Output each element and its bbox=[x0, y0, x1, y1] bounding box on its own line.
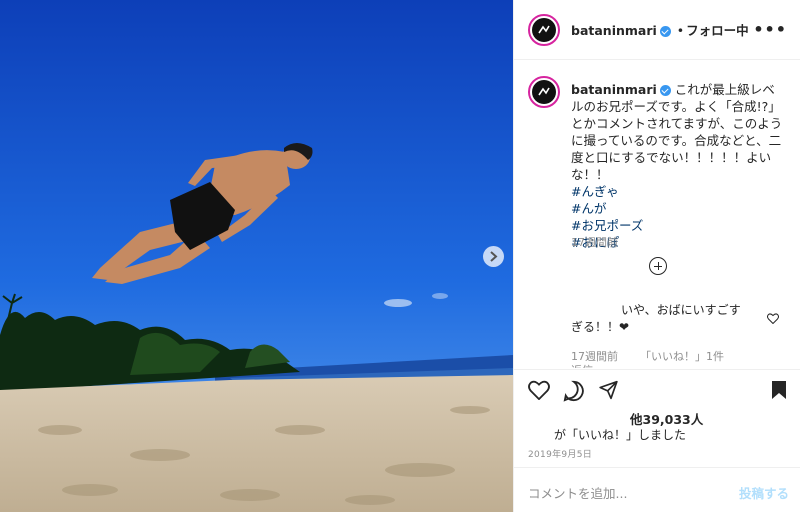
avatar-logo-icon bbox=[538, 25, 550, 34]
comments-list[interactable]: bataninmari これが最上級レベルのお兄ポーズです。よく「合成!?」とか… bbox=[514, 61, 800, 368]
caption-avatar[interactable] bbox=[528, 76, 560, 108]
hashtag-link[interactable]: #お兄ポーズ bbox=[571, 217, 786, 234]
follow-status-button[interactable]: フォロー中 bbox=[686, 23, 749, 38]
post-side-panel: bataninmari • フォロー中 ••• bataninmari これが最上… bbox=[513, 0, 800, 512]
post-date[interactable]: 2019年9月5日 bbox=[528, 447, 592, 460]
post-dialog: bataninmari • フォロー中 ••• bataninmari これが最上… bbox=[0, 0, 800, 512]
chevron-right-icon bbox=[490, 251, 498, 262]
caption-text: これが最上級レベルのお兄ポーズです。よく「合成!?」とかコメントされてますが、こ… bbox=[571, 82, 783, 182]
verified-badge-icon bbox=[659, 26, 671, 37]
post-header: bataninmari • フォロー中 ••• bbox=[514, 0, 800, 60]
header-avatar[interactable] bbox=[528, 14, 560, 46]
header-user-line: bataninmari • フォロー中 bbox=[571, 20, 749, 39]
hashtag-link[interactable]: #んぎゃ bbox=[571, 183, 786, 200]
caption: bataninmari これが最上級レベルのお兄ポーズです。よく「合成!?」とか… bbox=[571, 81, 786, 251]
comment-like-icon[interactable] bbox=[767, 309, 779, 328]
comment-reply-link[interactable]: 返信 bbox=[571, 362, 593, 368]
likes-suffix: が「いいね！」しました bbox=[554, 428, 687, 442]
comment-icon[interactable] bbox=[563, 380, 585, 402]
comment-form: コメントを追加... 投稿する bbox=[514, 467, 800, 512]
verified-badge-icon bbox=[659, 85, 671, 96]
post-comment-button[interactable]: 投稿する bbox=[739, 483, 789, 502]
header-separator: • bbox=[676, 23, 685, 38]
comment-input[interactable]: コメントを追加... bbox=[528, 483, 627, 502]
more-options-icon[interactable]: ••• bbox=[753, 20, 787, 39]
bookmark-icon[interactable] bbox=[770, 380, 788, 400]
avatar-logo-icon bbox=[538, 87, 550, 96]
caption-time[interactable]: 17週間前 bbox=[571, 234, 618, 250]
caption-username[interactable]: bataninmari bbox=[571, 82, 657, 97]
comment-text: いや、おばにいすごすぎる！！❤ bbox=[571, 303, 741, 334]
header-username[interactable]: bataninmari bbox=[571, 23, 657, 38]
share-icon[interactable] bbox=[598, 380, 619, 400]
heart-icon[interactable] bbox=[528, 380, 550, 400]
hashtag-link[interactable]: #んが bbox=[571, 200, 786, 217]
post-photo[interactable] bbox=[0, 0, 513, 512]
beach-photo-image bbox=[0, 0, 513, 512]
comment-likes[interactable]: 「いいね！」1件 bbox=[640, 348, 724, 364]
load-more-comments-icon[interactable] bbox=[649, 257, 667, 275]
post-actions: 他39,033人 が「いいね！」しました 2019年9月5日 bbox=[514, 369, 800, 467]
next-photo-button[interactable] bbox=[483, 246, 504, 267]
